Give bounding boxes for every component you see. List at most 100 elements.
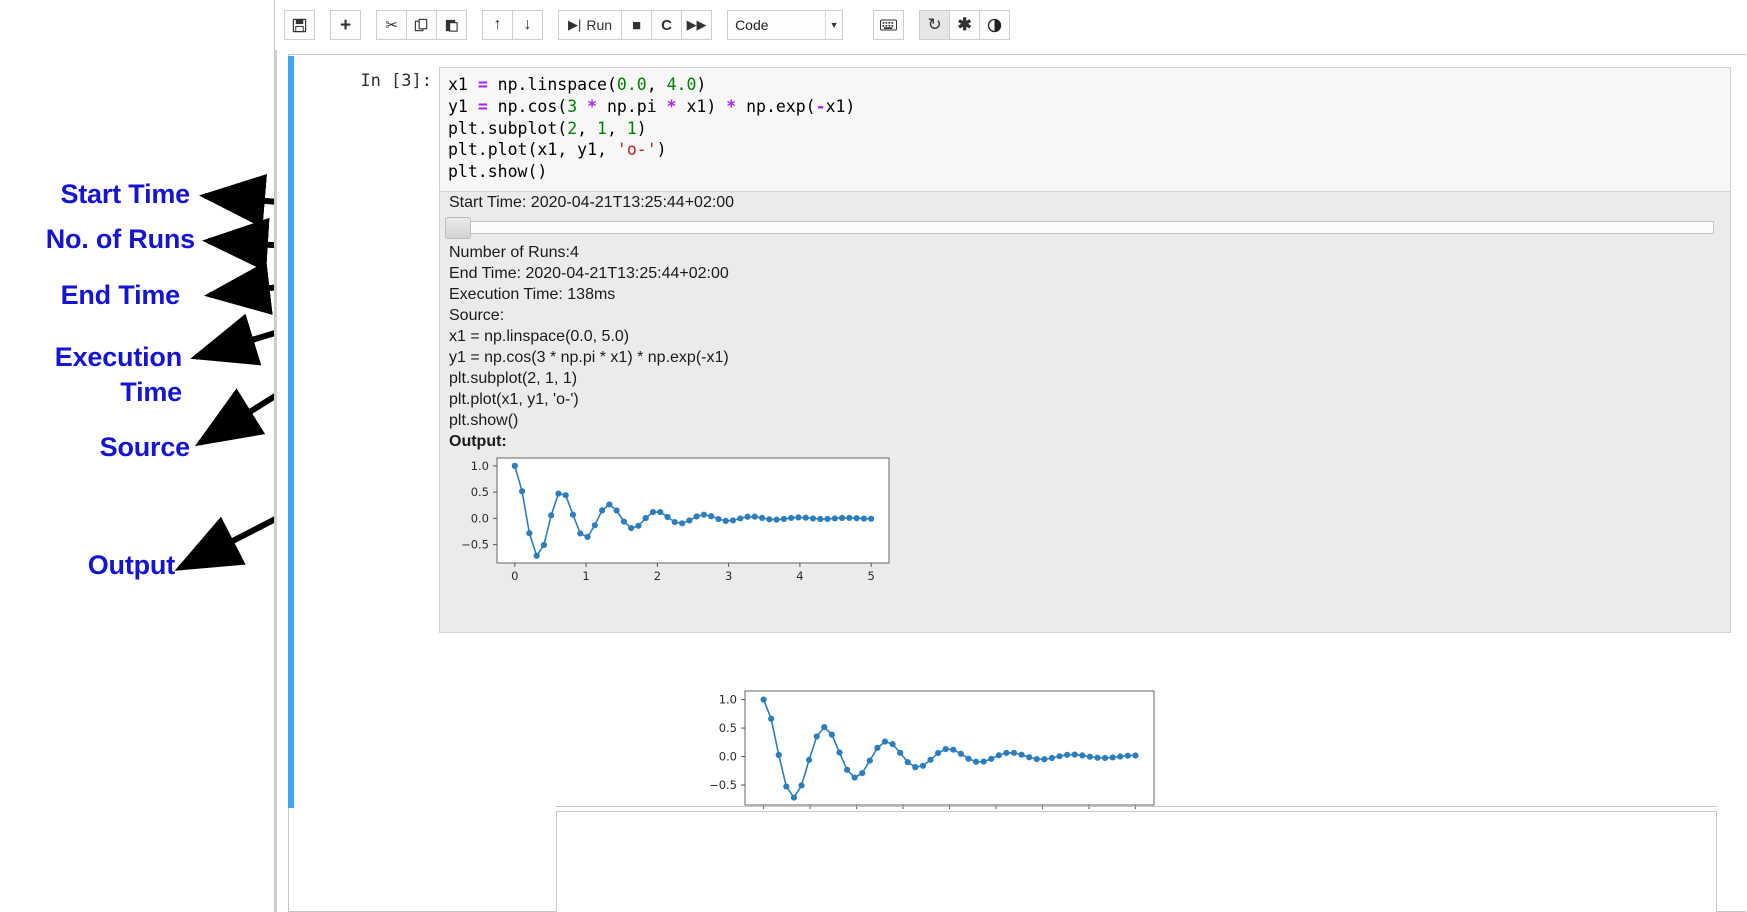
data-point [533,552,540,559]
data-point [775,751,782,759]
toolbar-group-palette [873,10,905,40]
data-point [693,513,700,520]
asterisk-icon: ✱ [957,15,972,34]
y-tick-label: 1.0 [719,693,737,707]
run-history-output-panel: Start Time: 2020-04-21T13:25:44+02:00 Nu… [439,191,1731,633]
annotation-end-time: End Time [60,280,181,310]
data-point [540,541,548,549]
data-point [1071,751,1078,758]
y-tick-label: 0.5 [719,721,737,735]
data-point [768,715,775,722]
y-tick-label: 0.0 [719,750,737,764]
cell-type-select[interactable]: Code ▼ [727,10,844,40]
run-history-slider[interactable] [444,216,1718,239]
cell-bottom-edge [556,806,1717,807]
restart-kernel-button[interactable]: C [651,10,683,40]
data-point [642,515,649,522]
execution-time-text: Execution Time: 138ms [449,286,616,303]
data-point [1056,753,1063,760]
data-point [1041,756,1048,763]
screenshot-root: Start Time No. of Runs End Time Executio… [0,0,1747,912]
data-point [836,749,843,756]
history-source-line: y1 = np.cos(3 * np.pi * x1) * np.exp(-x1… [449,349,729,366]
slider-track[interactable] [452,221,1714,234]
notebook-toolbar: + ✂ ↑ ↓ ▶| Run ■ C ▶▶ Code ▼ ↻ ✱ [275,0,1747,50]
cell-prompt: In [3]: [360,71,432,91]
insert-cell-below-button[interactable]: + [330,10,361,40]
data-point [965,755,972,762]
code-line: x1 = np.linspace(0.0, 4.0) [448,75,707,94]
data-point [881,738,889,745]
data-point [802,514,809,521]
code-editor[interactable]: x1 = np.linspace(0.0, 4.0) y1 = np.cos(3 … [439,67,1731,192]
arrow-up-icon: ↑ [493,16,502,33]
start-time-text: Start Time: 2020-04-21T13:25:44+02:00 [449,194,735,211]
next-cell-stub[interactable] [556,811,1717,912]
data-point [562,492,569,499]
restart-and-run-all-button[interactable]: ▶▶ [681,10,713,40]
toolbar-group-insert: + [330,10,361,40]
data-point [700,511,708,518]
open-command-palette-button[interactable] [873,10,905,40]
data-point [824,515,831,523]
end-time-text: End Time: 2020-04-21T13:25:44+02:00 [449,265,729,282]
data-point [1086,753,1093,760]
history-button[interactable]: ↻ [919,10,951,40]
code-line: y1 = np.cos(3 * np.pi * x1) * np.exp(-x1… [448,96,856,116]
data-point [1003,749,1010,757]
data-point [942,746,949,753]
output-label: Output: [449,433,507,450]
x-tick-label: 3 [725,569,732,583]
data-point [957,750,964,757]
data-point [773,516,780,523]
x-tick-label: 5 [868,569,875,583]
data-point [584,533,591,541]
data-point [1079,752,1086,759]
history-source-line: plt.plot(x1, y1, 'o-') [449,391,579,408]
code-line: plt.plot(x1, y1, 'o-') [448,140,667,160]
paste-cell-button[interactable] [436,10,467,40]
data-point [859,769,866,777]
data-point [591,522,598,529]
run-cell-button[interactable]: ▶| Run [558,10,623,40]
run-label: Run [586,17,613,33]
annotation-source: Source [99,432,191,462]
plot-frame [496,457,890,564]
data-point [912,764,919,771]
save-button[interactable] [284,10,315,40]
data-point [813,733,820,740]
data-point [1132,752,1139,759]
save-icon [292,18,307,32]
move-cell-up-button[interactable]: ↑ [482,10,513,40]
toolbar-group-kernel: ▶| Run ■ C ▶▶ [558,10,713,40]
slider-thumb[interactable] [445,217,471,239]
history-source-line: plt.subplot(2, 1, 1) [449,370,578,387]
copy-cell-button[interactable] [406,10,437,40]
number-of-runs-text: Number of Runs:4 [449,244,579,261]
history-output-plot: 0 1 2 3 4 5 −0.5 0.0 0.5 1.0 [461,457,890,583]
code-line: plt.show() [448,162,548,182]
annotation-output: Output [87,550,175,580]
notebook-cell[interactable]: In [3]: x1 = np.linspace(0.0, 4.0) y1 = n… [288,54,1746,912]
data-point [511,462,518,469]
data-point [635,522,642,529]
data-point [828,731,835,738]
stop-square-icon: ■ [632,16,642,34]
cut-cell-button[interactable]: ✂ [376,10,407,40]
interrupt-kernel-button[interactable]: ■ [621,10,653,40]
snippets-button[interactable]: ✱ [949,10,981,40]
data-point [843,766,851,773]
data-point [853,515,860,522]
copy-icon [414,18,428,31]
data-point [1064,751,1071,758]
toggle-contrast-button[interactable] [979,10,1011,40]
data-point [919,762,927,769]
move-cell-down-button[interactable]: ↓ [512,10,543,40]
notebook-panel: + ✂ ↑ ↓ ▶| Run ■ C ▶▶ Code ▼ ↻ ✱ In [3]:… [274,0,1747,912]
data-point [555,490,562,497]
data-point [1033,755,1040,763]
y-tick-label: 1.0 [471,459,489,473]
data-point [1101,754,1109,762]
data-point [866,757,873,764]
data-point [995,752,1002,759]
